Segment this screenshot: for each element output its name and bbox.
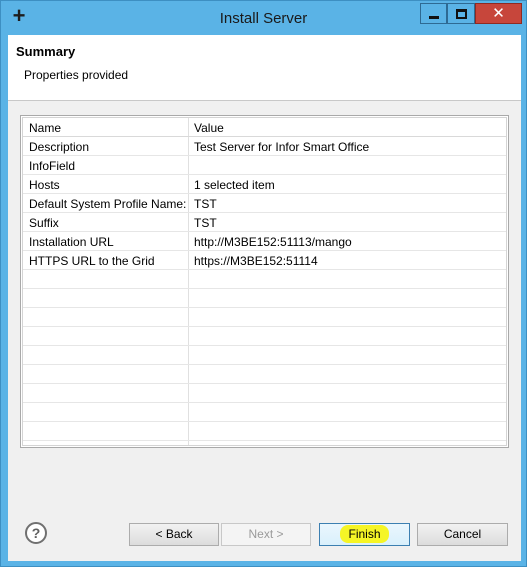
column-header-name[interactable]: Name: [29, 121, 61, 135]
column-header-value[interactable]: Value: [194, 121, 224, 135]
finish-button-label: Finish: [340, 525, 389, 543]
cancel-button[interactable]: Cancel: [417, 523, 508, 546]
table-row[interactable]: [23, 327, 506, 346]
table-row[interactable]: [23, 346, 506, 365]
wizard-content: Summary Properties provided Name Value D…: [8, 35, 521, 561]
table-row[interactable]: [23, 270, 506, 289]
minimize-icon: [428, 16, 439, 19]
table-row[interactable]: Installation URL http://M3BE152:51113/man…: [23, 232, 506, 251]
table-row[interactable]: Description Test Server for Infor Smart O…: [23, 137, 506, 156]
table-row[interactable]: [23, 403, 506, 422]
property-value-cell: http://M3BE152:51113/mango: [194, 235, 352, 249]
table-row[interactable]: Hosts 1 selected item: [23, 175, 506, 194]
property-name-cell: HTTPS URL to the Grid: [29, 254, 155, 268]
page-title: Summary: [16, 44, 76, 59]
help-icon[interactable]: ?: [25, 522, 47, 544]
page-description: Properties provided: [24, 68, 129, 82]
table-row[interactable]: [23, 365, 506, 384]
title-bar[interactable]: + Install Server ✕: [1, 1, 526, 35]
property-name-cell: InfoField: [29, 159, 76, 173]
property-name-cell: Hosts: [29, 178, 60, 192]
property-name-cell: Installation URL: [29, 235, 114, 249]
install-server-window: + Install Server ✕ Summary Properties pr…: [0, 0, 527, 567]
next-button[interactable]: Next >: [221, 523, 311, 546]
property-value-cell: TST: [194, 197, 217, 211]
property-name-cell: Suffix: [29, 216, 59, 230]
table-header-row: Name Value: [23, 118, 506, 137]
close-icon: ✕: [492, 4, 505, 22]
table-row[interactable]: [23, 422, 506, 441]
wizard-header: Summary Properties provided: [8, 35, 521, 101]
property-value-cell: https://M3BE152:51114: [194, 254, 318, 268]
table-row[interactable]: InfoField: [23, 156, 506, 175]
table-row[interactable]: [23, 308, 506, 327]
back-button[interactable]: < Back: [129, 523, 219, 546]
property-name-cell: Default System Profile Name:: [29, 197, 187, 211]
table-row[interactable]: [23, 384, 506, 403]
property-value-cell: TST: [194, 216, 217, 230]
table-row[interactable]: Default System Profile Name: TST: [23, 194, 506, 213]
table-row[interactable]: [23, 441, 506, 445]
minimize-button[interactable]: [420, 3, 447, 24]
maximize-icon: [455, 8, 467, 19]
properties-table-body: Name Value Description Test Server for In…: [22, 117, 507, 446]
close-button[interactable]: ✕: [475, 3, 522, 24]
table-row[interactable]: HTTPS URL to the Grid https://M3BE152:511…: [23, 251, 506, 270]
finish-button[interactable]: Finish: [319, 523, 410, 546]
property-name-cell: Description: [29, 140, 90, 154]
property-value-cell: Test Server for Infor Smart Office: [194, 140, 370, 154]
table-row[interactable]: Suffix TST: [23, 213, 506, 232]
maximize-button[interactable]: [447, 3, 475, 24]
property-value-cell: 1 selected item: [194, 178, 275, 192]
properties-table[interactable]: Name Value Description Test Server for In…: [20, 115, 509, 448]
table-row[interactable]: [23, 289, 506, 308]
